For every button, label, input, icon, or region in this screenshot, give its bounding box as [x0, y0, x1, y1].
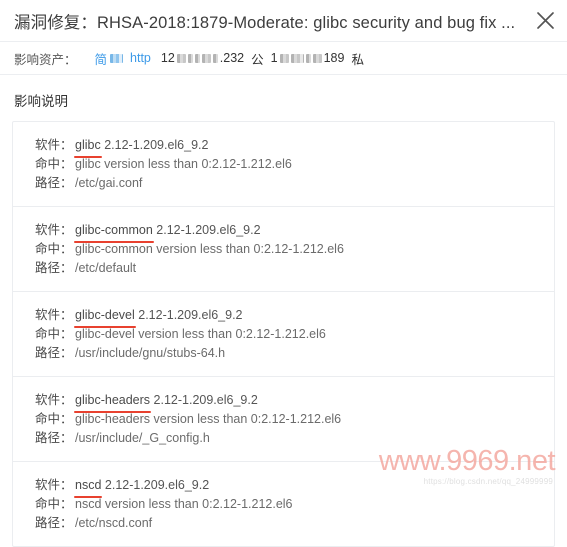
impact-entry: 软件： glibc-headers 2.12-1.209.el6_9.2 命中：… [13, 377, 554, 462]
impact-entry: 软件： glibc 2.12-1.209.el6_9.2 命中： glibc v… [13, 122, 554, 207]
software-line: 软件： glibc-headers 2.12-1.209.el6_9.2 [13, 391, 554, 413]
path-value: /etc/gai.conf [75, 176, 143, 190]
asset-secondary-address: 1 189 [271, 51, 345, 65]
path-line: 路径： /etc/gai.conf [13, 174, 554, 193]
path-label: 路径： [35, 431, 73, 445]
redacted-asset-name [110, 53, 124, 63]
package-version: 2.12-1.209.el6_9.2 [153, 393, 258, 407]
impact-entry: 软件： nscd 2.12-1.209.el6_9.2 命中： nscd ver… [13, 462, 554, 546]
redacted-ip-octet [176, 53, 186, 63]
software-line: 软件： glibc 2.12-1.209.el6_9.2 [13, 136, 554, 158]
path-line: 路径： /usr/include/_G_config.h [13, 429, 554, 448]
hit-value: glibc version less than 0:2.12-1.212.el6 [75, 157, 292, 171]
redacted-ip-octet [305, 53, 311, 63]
path-value: /usr/include/gnu/stubs-64.h [75, 346, 226, 360]
redacted-ip-octet [279, 53, 289, 63]
impact-entry: 软件： glibc-common 2.12-1.209.el6_9.2 命中： … [13, 207, 554, 292]
package-name: glibc-devel [74, 306, 136, 328]
software-value: nscd 2.12-1.209.el6_9.2 [73, 476, 210, 498]
redacted-ip-octet [194, 53, 200, 63]
asset-ip-suffix: .232 [219, 51, 245, 65]
path-value: /etc/nscd.conf [75, 516, 153, 530]
hit-label: 命中： [35, 242, 73, 256]
redacted-ip-octet [290, 53, 304, 63]
redacted-ip-octet [187, 53, 193, 63]
path-label: 路径： [35, 346, 73, 360]
package-name: glibc-common [74, 221, 154, 243]
software-line: 软件： nscd 2.12-1.209.el6_9.2 [13, 476, 554, 498]
package-name: nscd [73, 476, 103, 498]
software-value: glibc-common 2.12-1.209.el6_9.2 [74, 221, 261, 243]
hit-label: 命中： [35, 497, 73, 511]
impact-entry-card: 软件： glibc 2.12-1.209.el6_9.2 命中： glibc v… [12, 121, 555, 547]
software-value: glibc-devel 2.12-1.209.el6_9.2 [74, 306, 243, 328]
software-value: glibc 2.12-1.209.el6_9.2 [74, 136, 209, 158]
page-title: 漏洞修复：RHSA-2018:1879-Moderate: glibc secu… [14, 13, 516, 32]
affected-assets-label: 影响资产： [14, 52, 77, 67]
impact-description-section: 影响说明 软件： glibc 2.12-1.209.el6_9.2 命中： gl… [0, 74, 567, 547]
software-label: 软件： [35, 223, 73, 237]
dialog-titlebar: 漏洞修复：RHSA-2018:1879-Moderate: glibc secu… [0, 0, 567, 41]
path-line: 路径： /etc/nscd.conf [13, 514, 554, 533]
software-label: 软件： [35, 308, 73, 322]
software-line: 软件： glibc-devel 2.12-1.209.el6_9.2 [13, 306, 554, 328]
path-value: /etc/default [75, 261, 137, 275]
path-line: 路径： /etc/default [13, 259, 554, 278]
hit-value: nscd version less than 0:2.12-1.212.el6 [75, 497, 293, 511]
path-value: /usr/include/_G_config.h [75, 431, 210, 445]
package-version: 2.12-1.209.el6_9.2 [156, 223, 261, 237]
redacted-ip-octet [312, 53, 322, 63]
software-value: glibc-headers 2.12-1.209.el6_9.2 [73, 391, 258, 413]
close-button[interactable] [523, 0, 567, 41]
package-name: glibc-headers [73, 391, 152, 413]
redacted-ip-octet [212, 53, 218, 63]
software-label: 软件： [35, 393, 73, 407]
package-version: 2.12-1.209.el6_9.2 [138, 308, 243, 322]
software-label: 软件： [35, 478, 73, 492]
close-icon [535, 10, 556, 31]
path-label: 路径： [35, 176, 73, 190]
asset-private-tag: 私 [351, 52, 364, 67]
software-label: 软件： [35, 138, 73, 152]
asset-public-tag: 公 [251, 52, 264, 67]
impact-entry: 软件： glibc-devel 2.12-1.209.el6_9.2 命中： g… [13, 292, 554, 377]
asset-ip-address: 12 .232 [161, 51, 244, 65]
path-label: 路径： [35, 261, 73, 275]
affected-assets-row: 影响资产： 简 http 12 .232 公 1 189 私 [0, 41, 567, 74]
path-label: 路径： [35, 516, 73, 530]
asset-link-simple[interactable]: 简 [95, 49, 108, 68]
asset-link-protocol[interactable]: http [130, 51, 151, 65]
asset-ip-prefix: 12 [160, 51, 175, 65]
hit-label: 命中： [35, 412, 73, 426]
asset-count-value: 189 [323, 51, 345, 65]
asset-count-prefix: 1 [270, 51, 278, 65]
package-version: 2.12-1.209.el6_9.2 [104, 478, 210, 492]
section-heading: 影响说明 [14, 94, 68, 109]
package-name: glibc [74, 136, 102, 158]
path-line: 路径： /usr/include/gnu/stubs-64.h [13, 344, 554, 363]
package-version: 2.12-1.209.el6_9.2 [104, 138, 209, 152]
redacted-ip-octet [201, 53, 211, 63]
software-line: 软件： glibc-common 2.12-1.209.el6_9.2 [13, 221, 554, 243]
hit-label: 命中： [35, 157, 73, 171]
hit-label: 命中： [35, 327, 73, 341]
